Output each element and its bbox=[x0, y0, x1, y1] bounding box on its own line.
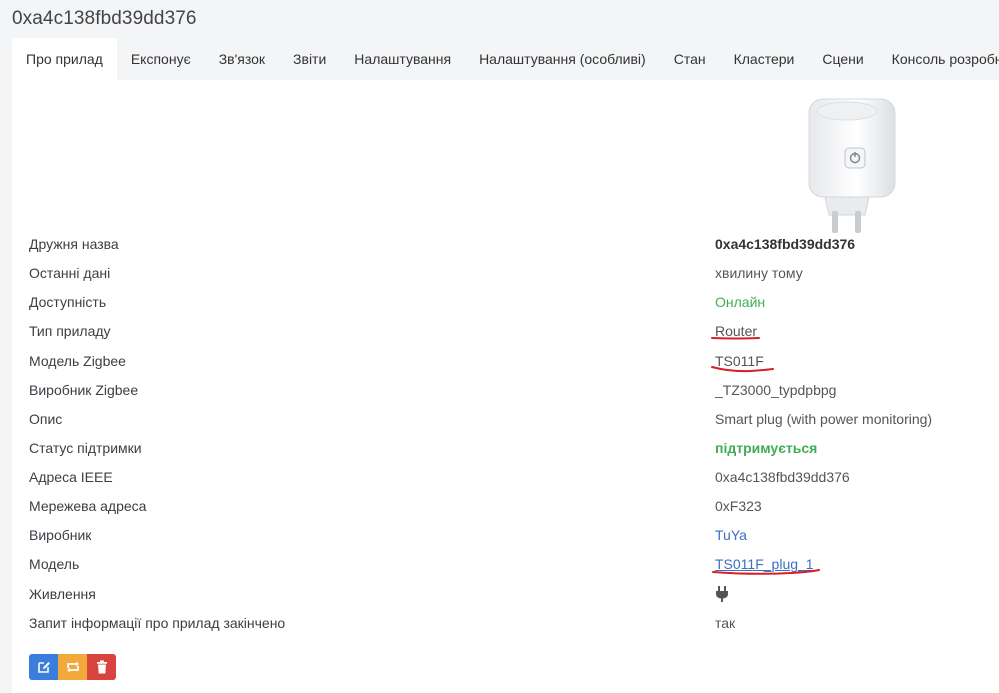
support-status-label: Статус підтримки bbox=[29, 440, 142, 456]
friendly-name-label: Дружня назва bbox=[29, 236, 119, 252]
tab-about[interactable]: Про прилад bbox=[12, 38, 117, 80]
tab-dev-console[interactable]: Консоль розробника bbox=[878, 38, 999, 80]
edit-button[interactable] bbox=[29, 654, 58, 680]
network-address-label: Мережева адреса bbox=[29, 498, 147, 514]
device-actions bbox=[29, 654, 116, 680]
row-device-type: Тип приладу Router bbox=[12, 317, 999, 346]
manufacturer-link[interactable]: TuYa bbox=[715, 527, 747, 543]
zigbee-manufacturer-label: Виробник Zigbee bbox=[29, 382, 139, 398]
friendly-name-value: 0xa4c138fbd39dd376 bbox=[715, 236, 856, 252]
network-address-value: 0xF323 bbox=[715, 498, 762, 514]
row-zigbee-model: Модель Zigbee TS011F bbox=[12, 347, 999, 376]
row-model: Модель TS011F_plug_1 bbox=[12, 550, 999, 579]
power-label: Живлення bbox=[29, 586, 96, 602]
plug-icon bbox=[716, 586, 728, 602]
tab-clusters[interactable]: Кластери bbox=[720, 38, 809, 80]
tab-bind[interactable]: Зв'язок bbox=[205, 38, 279, 80]
row-zigbee-manufacturer: Виробник Zigbee _TZ3000_typdpbpg bbox=[12, 376, 999, 405]
tab-scenes[interactable]: Сцени bbox=[808, 38, 877, 80]
edit-icon bbox=[37, 662, 50, 673]
model-label: Модель bbox=[29, 556, 80, 572]
zigbee-model-value: TS011F bbox=[715, 353, 764, 369]
zigbee-model-label: Модель Zigbee bbox=[29, 353, 126, 369]
tab-state[interactable]: Стан bbox=[660, 38, 720, 80]
row-manufacturer: Виробник TuYa bbox=[12, 521, 999, 550]
zigbee-manufacturer-value: _TZ3000_typdpbpg bbox=[715, 382, 837, 398]
tab-reporting[interactable]: Звіти bbox=[279, 38, 340, 80]
device-type-label: Тип приладу bbox=[29, 323, 111, 339]
row-friendly-name: Дружня назва 0xa4c138fbd39dd376 bbox=[12, 230, 999, 259]
row-ieee-address: Адреса IEEE 0xa4c138fbd39dd376 bbox=[12, 463, 999, 492]
interview-label: Запит інформації про прилад закінчено bbox=[29, 615, 286, 631]
row-availability: Доступність Онлайн bbox=[12, 288, 999, 317]
row-network-address: Мережева адреса 0xF323 bbox=[12, 492, 999, 521]
description-value: Smart plug (with power monitoring) bbox=[715, 411, 933, 427]
row-last-seen: Останні дані хвилину тому bbox=[12, 259, 999, 288]
delete-button[interactable] bbox=[87, 654, 116, 680]
tab-settings-specific[interactable]: Налаштування (особливі) bbox=[465, 38, 660, 80]
manufacturer-label: Виробник bbox=[29, 527, 92, 543]
reconfigure-button[interactable] bbox=[58, 654, 87, 680]
ieee-address-value: 0xa4c138fbd39dd376 bbox=[715, 469, 850, 485]
row-interview: Запит інформації про прилад закінчено та… bbox=[12, 609, 999, 638]
tab-exposes[interactable]: Експонує bbox=[117, 38, 205, 80]
page-title: 0xa4c138fbd39dd376 bbox=[12, 8, 197, 29]
row-support-status: Статус підтримки підтримується bbox=[12, 434, 999, 463]
row-power: Живлення bbox=[12, 580, 999, 609]
refresh-icon bbox=[66, 661, 79, 673]
device-image bbox=[808, 98, 896, 233]
row-description: Опис Smart plug (with power monitoring) bbox=[12, 405, 999, 434]
interview-value: так bbox=[715, 615, 736, 631]
tab-bar: Про прилад Експонує Зв'язок Звіти Налашт… bbox=[12, 38, 999, 80]
last-seen-label: Останні дані bbox=[29, 265, 111, 281]
description-label: Опис bbox=[29, 411, 63, 427]
device-info-panel: Дружня назва 0xa4c138fbd39dd376 Останні … bbox=[12, 80, 999, 693]
support-status-value[interactable]: підтримується bbox=[715, 440, 817, 456]
ieee-address-label: Адреса IEEE bbox=[29, 469, 113, 485]
last-seen-value: хвилину тому bbox=[715, 265, 803, 281]
model-link[interactable]: TS011F_plug_1 bbox=[715, 556, 814, 572]
tab-settings[interactable]: Налаштування bbox=[340, 38, 465, 80]
device-type-value: Router bbox=[715, 323, 758, 339]
availability-value: Онлайн bbox=[715, 294, 766, 310]
availability-label: Доступність bbox=[29, 294, 107, 310]
trash-icon bbox=[96, 660, 107, 674]
power-value bbox=[715, 586, 729, 603]
